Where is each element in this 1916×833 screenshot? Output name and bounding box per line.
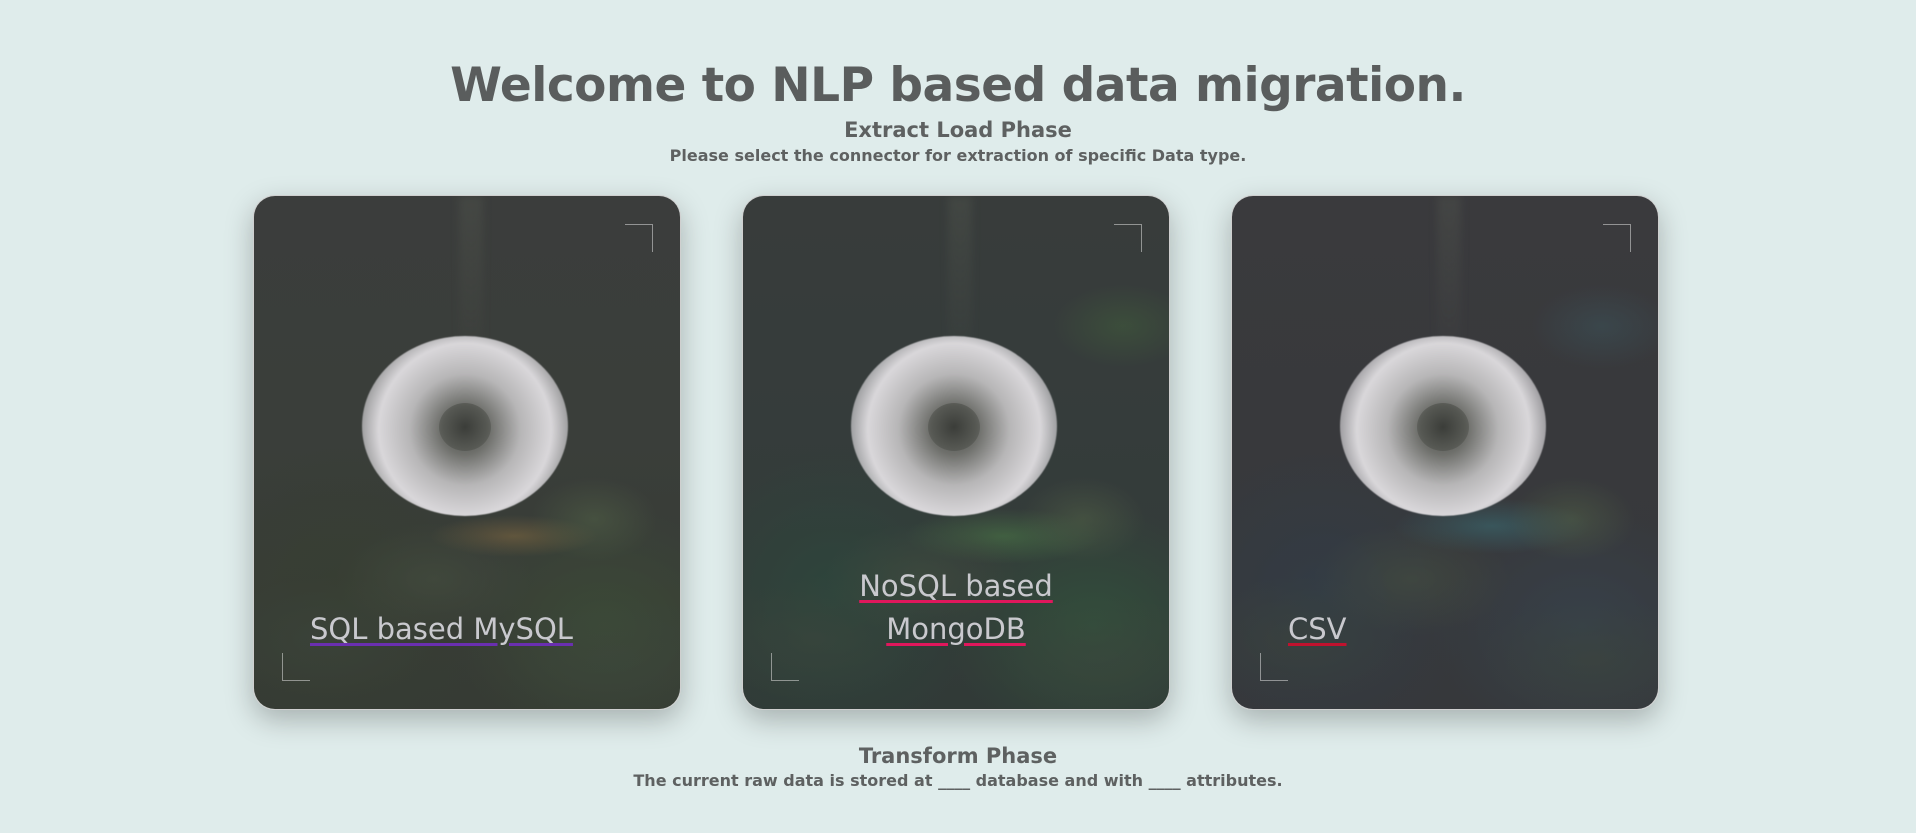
corner-top-right-decoration	[625, 224, 653, 252]
connector-label[interactable]: NoSQL based MongoDB	[833, 565, 1079, 651]
transform-phase-subtitle: The current raw data is stored at ____ d…	[633, 771, 1283, 790]
page: Welcome to NLP based data migration. Ext…	[0, 0, 1916, 833]
extract-phase-subtitle: Please select the connector for extracti…	[669, 146, 1247, 165]
connector-label[interactable]: SQL based MySQL	[310, 608, 660, 651]
extract-phase-title: Extract Load Phase	[844, 118, 1072, 142]
corner-bottom-left-decoration	[1260, 653, 1288, 681]
connector-card-mysql[interactable]: SQL based MySQL	[253, 195, 681, 710]
corner-top-right-decoration	[1114, 224, 1142, 252]
transform-phase-title: Transform Phase	[858, 744, 1058, 768]
corner-bottom-left-decoration	[771, 653, 799, 681]
corner-top-right-decoration	[1603, 224, 1631, 252]
connector-label[interactable]: CSV	[1288, 608, 1638, 651]
corner-bottom-left-decoration	[282, 653, 310, 681]
connector-label-text[interactable]: CSV	[1288, 612, 1347, 646]
connector-card-csv[interactable]: CSV	[1231, 195, 1659, 710]
connector-card-mongodb[interactable]: NoSQL based MongoDB	[742, 195, 1170, 710]
connector-label-text[interactable]: NoSQL based MongoDB	[859, 569, 1053, 646]
connector-label-text[interactable]: SQL based MySQL	[310, 612, 573, 646]
page-title: Welcome to NLP based data migration.	[450, 58, 1466, 113]
